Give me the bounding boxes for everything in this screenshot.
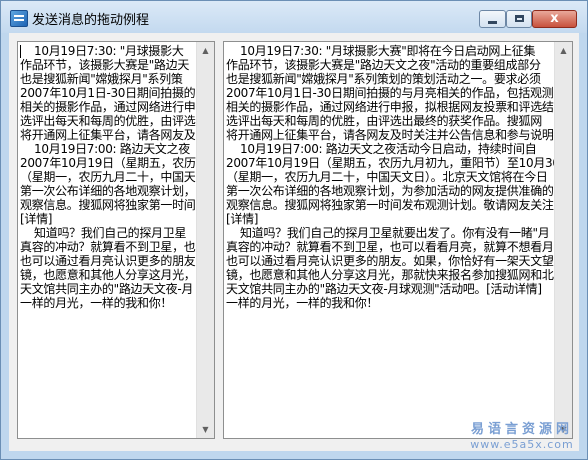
chevron-up-icon[interactable]: ▲ (197, 42, 214, 59)
maximize-icon (515, 15, 524, 22)
left-text-pane[interactable]: 10月19日7:30: "月球摄影大 作品环节，该摄影大赛是"路边天 也是搜狐新… (17, 41, 215, 439)
left-pane-text[interactable]: 10月19日7:30: "月球摄影大 作品环节，该摄影大赛是"路边天 也是搜狐新… (20, 44, 198, 310)
right-text-pane[interactable]: 10月19日7:30: "月球摄影大赛"即将在今日启动网上征集 作品环节，该摄影… (223, 41, 573, 439)
right-vertical-scrollbar[interactable]: ▲ ▼ (554, 42, 572, 438)
chevron-up-icon[interactable]: ▲ (555, 42, 572, 59)
close-icon: x (550, 11, 559, 26)
watermark-url: www.e5a5x.com (470, 438, 574, 451)
watermark: 易语言资源网 www.e5a5x.com (462, 418, 582, 451)
window-title: 发送消息的拖动例程 (32, 13, 150, 28)
minimize-button[interactable] (479, 10, 506, 28)
app-window: 发送消息的拖动例程 x 10月19日7:30: "月球摄影大 作品环节，该摄影大… (0, 0, 588, 460)
left-vertical-scrollbar[interactable]: ▲ ▼ (196, 42, 214, 438)
chevron-down-icon[interactable]: ▼ (197, 421, 214, 438)
title-bar[interactable]: 发送消息的拖动例程 x (1, 1, 587, 33)
minimize-icon (488, 21, 497, 24)
close-button[interactable]: x (532, 10, 577, 28)
maximize-button[interactable] (506, 10, 532, 28)
app-window-icon[interactable] (10, 10, 28, 27)
watermark-site-name: 易语言资源网 (470, 422, 573, 437)
right-pane-text[interactable]: 10月19日7:30: "月球摄影大赛"即将在今日启动网上征集 作品环节，该摄影… (226, 44, 556, 310)
client-area: 10月19日7:30: "月球摄影大 作品环节，该摄影大赛是"路边天 也是搜狐新… (9, 33, 579, 451)
